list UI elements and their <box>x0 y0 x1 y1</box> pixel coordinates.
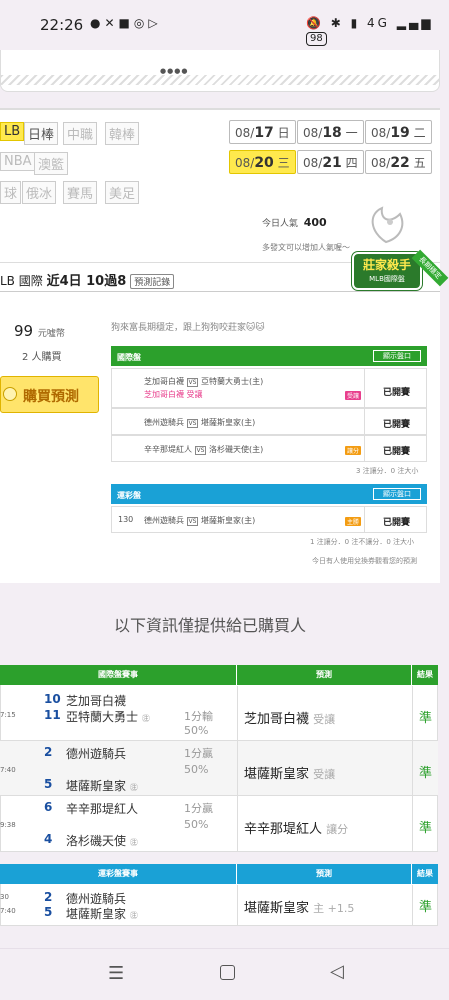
date-0819[interactable]: 08/19 二 <box>365 120 432 144</box>
category-npb[interactable]: 日棒 <box>24 122 59 145</box>
predictor-title: LB 國際 近4日 10過8 預測記錄 <box>0 270 175 289</box>
intl-row-1: 芝加哥白襪 VS 亞特蘭大勇士(主) 芝加哥白襪 受讓 受讓 已開賽 <box>111 368 427 408</box>
lottery-row: 130 德州遊騎兵 VS 堪薩斯皇家(主) 主勝 已開賽 <box>111 506 427 533</box>
lottery-section-header: 運彩盤 顯示盤口 <box>111 484 427 504</box>
android-nav-bar: ☰ ◁ <box>0 948 449 1000</box>
intl-summary: 3 注讓分．0 注大小 <box>356 467 419 475</box>
system-icons: 🔕 ✱ ▮ 4G ▂▄▆ 98 <box>306 16 434 46</box>
carousel-card <box>0 50 440 92</box>
info-title: 以下資訊僅提供給已購買人 <box>113 616 306 635</box>
intl-row-3: 辛辛那堤紅人 VS 洛杉磯天使(主) 讓分 已開賽 <box>111 435 427 462</box>
table-row: 9:38 6 辛辛那堤紅人 4 洛杉磯天使 ㊟ 1分贏 50% 辛辛那堤紅人 讓… <box>0 796 438 852</box>
category-nba[interactable]: NBA <box>0 152 36 171</box>
clock: 22:26 <box>40 16 84 34</box>
date-0822[interactable]: 08/22 五 <box>365 150 432 174</box>
date-0821[interactable]: 08/21 四 <box>297 150 364 174</box>
category-horse[interactable]: 賽馬 <box>63 181 98 204</box>
buyer-count: 2 人購買 <box>22 352 62 363</box>
carousel-dots[interactable]: ●●●● <box>160 67 188 75</box>
notification-icons: ●✕■◎▷ <box>90 16 162 30</box>
category-cpbl[interactable]: 中職 <box>63 122 98 145</box>
voucher-note: 今日有人使用兌換券觀看您的預測 <box>312 557 417 565</box>
mascot-logo <box>371 206 404 244</box>
battery-icon: 98 <box>306 32 327 46</box>
lottery-table-header: 運彩盤賽事 預測 結果 <box>0 864 438 884</box>
record-button[interactable]: 預測記錄 <box>130 274 175 289</box>
category-nfl[interactable]: 美足 <box>105 181 140 204</box>
table-row: 7:15 10 芝加哥白襪 11 亞特蘭大勇士 ㊟ 1分輸 50% 芝加哥白襪 … <box>0 686 438 741</box>
back-icon[interactable]: ◁ <box>330 961 344 982</box>
date-0818[interactable]: 08/18 一 <box>297 120 364 144</box>
buy-prediction-button[interactable]: 購買預測 <box>0 376 99 413</box>
date-0817[interactable]: 08/17 日 <box>229 120 296 144</box>
popularity: 今日人氣 400 <box>262 216 327 229</box>
category-kbo[interactable]: 韓棒 <box>105 122 140 145</box>
tip-text: 狗來富長期穩定，跟上狗狗咬莊家🐱🐱 <box>111 323 265 333</box>
intl-row-2: 德州遊騎兵 VS 堪薩斯皇家(主) 已開賽 <box>111 408 427 435</box>
category-soccer[interactable]: 球 <box>0 181 22 204</box>
menu-icon[interactable]: ☰ <box>108 963 124 984</box>
home-icon[interactable] <box>220 965 235 980</box>
category-khl[interactable]: 俄冰 <box>22 181 57 204</box>
popularity-hint: 多發文可以增加人氣喔～ <box>262 243 350 252</box>
lottery-summary: 1 注讓分．0 注不讓分．0 注大小 <box>310 538 415 546</box>
table-row: 30 7:40 2 德州遊騎兵 5 堪薩斯皇家 ㊟ 堪薩斯皇家 主 +1.5 準 <box>0 885 438 926</box>
coin-icon <box>3 387 17 401</box>
price: 99 元噓幣 <box>14 322 65 340</box>
intl-section-header: 國際盤 顯示盤口 <box>111 346 427 366</box>
table-row: 7:40 2 德州遊騎兵 5 堪薩斯皇家 ㊟ 1分贏 50% 堪薩斯皇家 受讓 … <box>0 741 438 796</box>
intl-table-header: 國際盤賽事 預測 結果 <box>0 665 438 685</box>
category-mlb[interactable]: LB <box>0 122 25 141</box>
status-bar: 22:26 ●✕■◎▷ 🔕 ✱ ▮ 4G ▂▄▆ 98 <box>0 0 449 50</box>
date-0820[interactable]: 08/20 三 <box>229 150 296 174</box>
show-odds-button[interactable]: 顯示盤口 <box>373 350 421 362</box>
show-odds-button-2[interactable]: 顯示盤口 <box>373 488 421 500</box>
category-nbl[interactable]: 澳籃 <box>34 152 69 175</box>
